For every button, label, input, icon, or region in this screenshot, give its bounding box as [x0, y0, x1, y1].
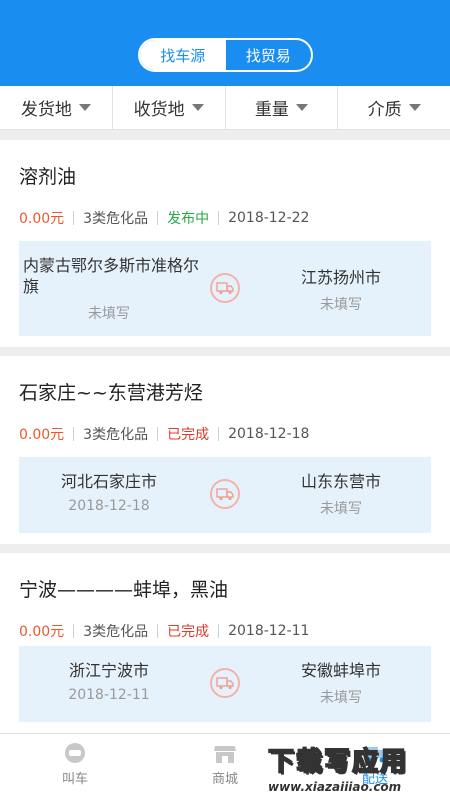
store-icon [214, 746, 236, 763]
category: 3类危化品 [83, 427, 149, 443]
publish-date: 2018-12-22 [228, 210, 310, 226]
bottom-tab-bar: 叫车 商城 配送 [0, 733, 450, 800]
chevron-down-icon [78, 104, 91, 111]
origin: 浙江宁波市 2018-12-11 [19, 660, 199, 703]
publish-date: 2018-12-18 [228, 426, 310, 442]
truck-icon [210, 273, 240, 303]
price: 0.00元 [19, 427, 65, 443]
origin-date: 2018-12-11 [68, 687, 150, 703]
card-meta: 0.00元 3类危化品 已完成 2018-12-18 [19, 424, 309, 444]
divider [73, 427, 75, 441]
origin-date: 2018-12-18 [68, 498, 150, 514]
tab-delivery[interactable]: 配送 [300, 734, 450, 800]
destination: 山东东营市 未填写 [251, 471, 431, 518]
card-meta: 0.00元 3类危化品 已完成 2018-12-11 [19, 621, 309, 641]
divider [157, 211, 159, 225]
filter-medium[interactable]: 介质 [338, 86, 450, 129]
divider [73, 624, 75, 638]
status-badge: 已完成 [167, 427, 210, 443]
truck-icon [210, 668, 240, 698]
origin: 内蒙古鄂尔多斯市准格尔旗 未填写 [19, 255, 199, 323]
price: 0.00元 [19, 211, 65, 227]
chevron-down-icon [408, 104, 421, 111]
price: 0.00元 [19, 624, 65, 640]
origin-name: 河北石家庄市 [60, 472, 157, 491]
source-switch: 找车源 找贸易 [138, 38, 313, 72]
filter-bar: 发货地 收货地 重量 介质 [0, 86, 450, 130]
destination-date: 未填写 [320, 297, 362, 313]
divider [218, 211, 220, 225]
category: 3类危化品 [83, 211, 149, 227]
publish-date: 2018-12-11 [228, 623, 310, 639]
origin-name: 浙江宁波市 [68, 661, 149, 680]
delivery-icon [364, 747, 386, 763]
truck-icon [210, 479, 240, 509]
divider [218, 427, 220, 441]
top-header: 找车源 找贸易 [0, 0, 450, 86]
destination-date: 未填写 [320, 501, 362, 517]
status-badge: 发布中 [167, 211, 210, 227]
taxi-icon [65, 743, 85, 763]
divider [157, 427, 159, 441]
card-title: 溶剂油 [19, 166, 77, 188]
route-box: 内蒙古鄂尔多斯市准格尔旗 未填写 江苏扬州市 未填写 [19, 241, 431, 336]
tab-find-vehicle[interactable]: 找车源 [140, 40, 226, 70]
origin-date: 未填写 [88, 306, 130, 322]
filter-destination[interactable]: 收货地 [113, 86, 226, 129]
card-title: 宁波————蚌埠，黑油 [19, 579, 229, 601]
status-badge: 已完成 [167, 624, 210, 640]
destination: 江苏扬州市 未填写 [251, 267, 431, 314]
filter-weight[interactable]: 重量 [226, 86, 339, 129]
chevron-down-icon [191, 104, 204, 111]
origin: 河北石家庄市 2018-12-18 [19, 471, 199, 514]
filter-origin[interactable]: 发货地 [0, 86, 113, 129]
destination-date: 未填写 [320, 690, 362, 706]
tab-store[interactable]: 商城 [150, 734, 300, 800]
card-meta: 0.00元 3类危化品 发布中 2018-12-22 [19, 208, 309, 228]
divider [157, 624, 159, 638]
cargo-card[interactable]: 宁波————蚌埠，黑油 0.00元 3类危化品 已完成 2018-12-11 浙… [0, 553, 450, 733]
destination-name: 山东东营市 [300, 472, 381, 491]
route-box: 河北石家庄市 2018-12-18 山东东营市 未填写 [19, 457, 431, 533]
destination-name: 江苏扬州市 [300, 268, 381, 287]
tab-call-car[interactable]: 叫车 [0, 734, 150, 800]
divider [218, 624, 220, 638]
destination: 安徽蚌埠市 未填写 [251, 660, 431, 707]
tab-find-trade[interactable]: 找贸易 [226, 40, 312, 70]
cargo-card[interactable]: 溶剂油 0.00元 3类危化品 发布中 2018-12-22 内蒙古鄂尔多斯市准… [0, 140, 450, 347]
destination-name: 安徽蚌埠市 [300, 661, 381, 680]
route-box: 浙江宁波市 2018-12-11 安徽蚌埠市 未填写 [19, 646, 431, 722]
cargo-card[interactable]: 石家庄~~东营港芳烃 0.00元 3类危化品 已完成 2018-12-18 河北… [0, 356, 450, 544]
origin-name: 内蒙古鄂尔多斯市准格尔旗 [23, 256, 200, 296]
chevron-down-icon [295, 104, 308, 111]
category: 3类危化品 [83, 624, 149, 640]
divider [73, 211, 75, 225]
card-title: 石家庄~~东营港芳烃 [19, 382, 203, 404]
